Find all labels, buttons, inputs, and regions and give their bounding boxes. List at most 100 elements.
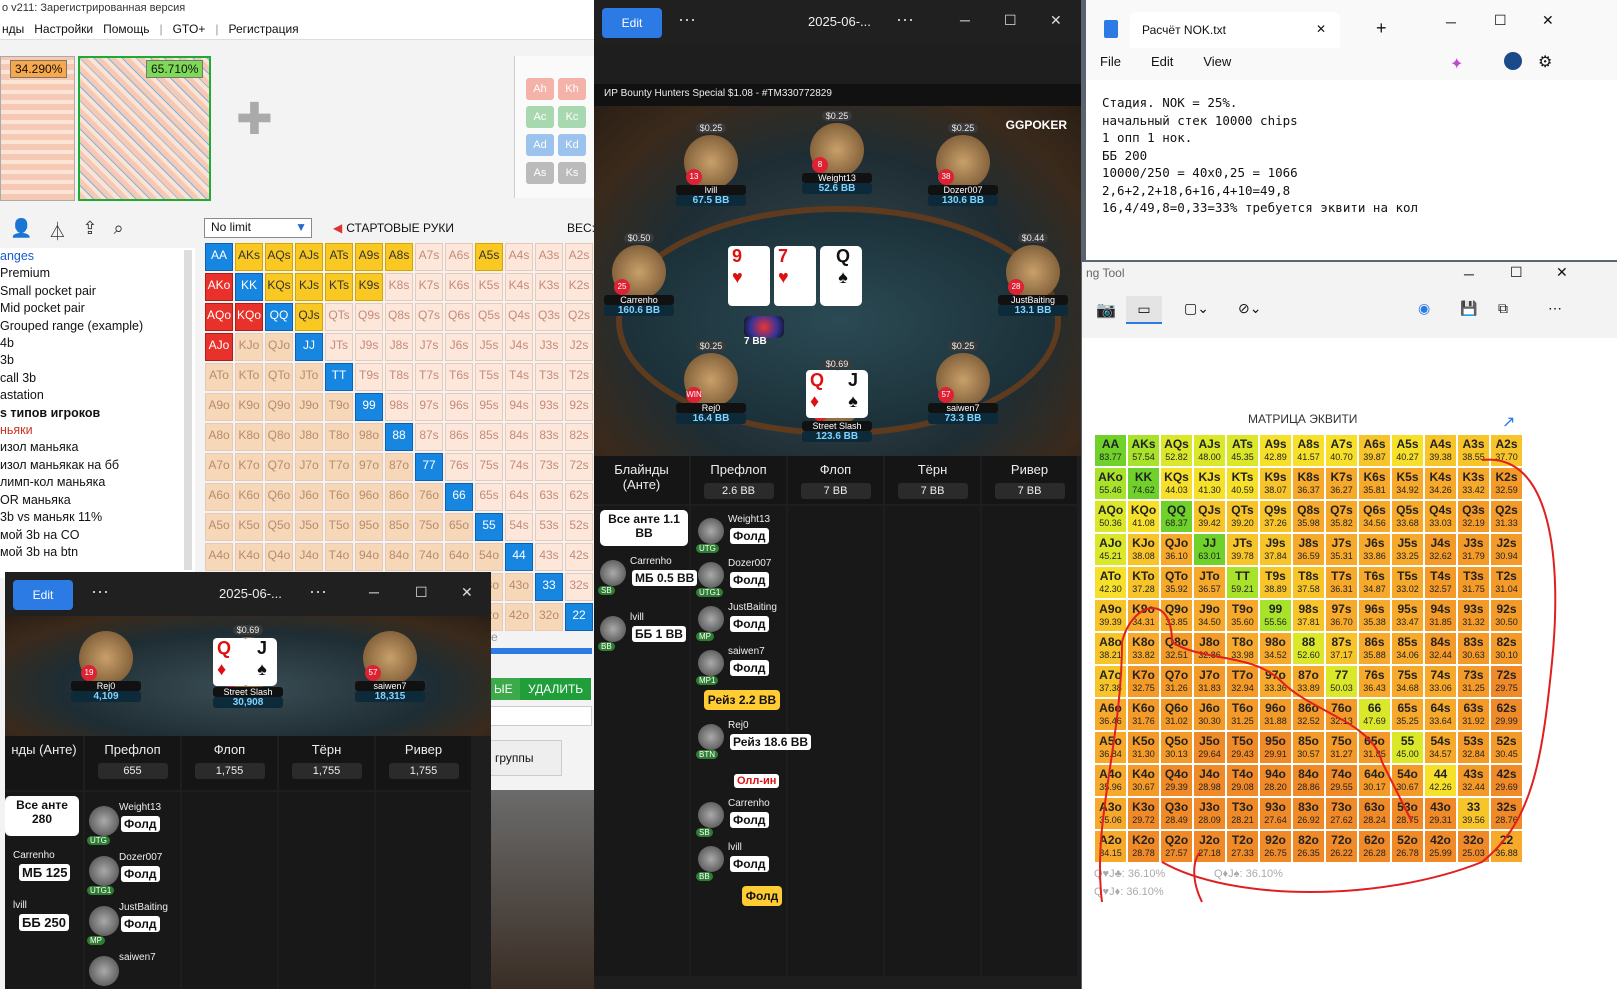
card-button[interactable]: Kh	[558, 78, 586, 100]
range-list-item[interactable]: call 3b	[0, 370, 195, 387]
hand-cell[interactable]: T7o	[325, 453, 353, 481]
hand-cell[interactable]: KQo	[235, 303, 263, 331]
hand-cell[interactable]: 62s	[565, 483, 593, 511]
hand-cell[interactable]: 75s	[475, 453, 503, 481]
hand-cell[interactable]: 32s	[565, 573, 593, 601]
hand-cell[interactable]: Q4s	[505, 303, 533, 331]
range-list-item[interactable]: Premium	[0, 265, 195, 282]
hand-cell[interactable]: 98s	[385, 393, 413, 421]
hand-cell[interactable]: J8s	[385, 333, 413, 361]
tab-file[interactable]: Расчёт NOK.txt	[1130, 12, 1340, 48]
hand-cell[interactable]: J2s	[565, 333, 593, 361]
maximize-icon[interactable]: ☐	[1494, 12, 1507, 29]
range-list-item[interactable]: изол маньяка	[0, 439, 195, 456]
hand-cell[interactable]: T8s	[385, 363, 413, 391]
hand-cell[interactable]: Q5o	[265, 513, 293, 541]
hand-cell[interactable]: T2s	[565, 363, 593, 391]
hand-cell[interactable]: T4s	[505, 363, 533, 391]
player-seat[interactable]: $0.50 25 Carrenho 160.6 BB	[604, 230, 674, 316]
close-icon[interactable]: ✕	[1050, 12, 1062, 29]
hand-cell[interactable]: AQs	[265, 243, 293, 271]
player-seat[interactable]: $0.25 13 lvill 67.5 BB	[676, 120, 746, 206]
hand-cell[interactable]: K4o	[235, 543, 263, 571]
menu-item-edit[interactable]: Edit	[1151, 54, 1173, 69]
delete-button[interactable]: УДАЛИТЬ	[520, 678, 592, 700]
hand-cell[interactable]: AKs	[235, 243, 263, 271]
hand-cell[interactable]: A2s	[565, 243, 593, 271]
card-button[interactable]: Kc	[558, 106, 586, 128]
hand-cell[interactable]: K6o	[235, 483, 263, 511]
hand-cell[interactable]: 86s	[445, 423, 473, 451]
hand-cell[interactable]: A7o	[205, 453, 233, 481]
hand-cell[interactable]: 76s	[445, 453, 473, 481]
hand-cell[interactable]: 82s	[565, 423, 593, 451]
range-list-item[interactable]: OR маньяка	[0, 492, 195, 509]
range-list-item[interactable]: лимп-кол маньяка	[0, 474, 195, 491]
hand-cell[interactable]: 93s	[535, 393, 563, 421]
hand-cell[interactable]: J4o	[295, 543, 323, 571]
hand-cell[interactable]: KJs	[295, 273, 323, 301]
hand-cell[interactable]: J9o	[295, 393, 323, 421]
card-button[interactable]: Ad	[526, 134, 554, 156]
card-button[interactable]: Ac	[526, 106, 554, 128]
hand-cell[interactable]: K3s	[535, 273, 563, 301]
range-list-item[interactable]: 4b	[0, 335, 195, 352]
hand-cell[interactable]: 96s	[445, 393, 473, 421]
hand-cell[interactable]: T5s	[475, 363, 503, 391]
hand-cell[interactable]: K5o	[235, 513, 263, 541]
hand-cell[interactable]: AKo	[205, 273, 233, 301]
hand-cell[interactable]: 85o	[385, 513, 413, 541]
hand-cell[interactable]: KTo	[235, 363, 263, 391]
hand-cell[interactable]: A6s	[445, 243, 473, 271]
hand-cell[interactable]: 86o	[385, 483, 413, 511]
more-icon[interactable]: ⋯	[309, 582, 327, 603]
hand-cell[interactable]: 43s	[535, 543, 563, 571]
menu-item-file[interactable]: File	[1100, 54, 1121, 69]
filter-icon[interactable]: ⏃	[48, 218, 66, 244]
hand-cell[interactable]: 53s	[535, 513, 563, 541]
gear-icon[interactable]: ⚙	[1538, 52, 1552, 72]
hand-cell[interactable]: 88	[385, 423, 413, 451]
hand-cell[interactable]: 72s	[565, 453, 593, 481]
hand-cell[interactable]: A4o	[205, 543, 233, 571]
card-button[interactable]: As	[526, 162, 554, 184]
menu-item[interactable]: нды	[2, 18, 24, 39]
hand-cell[interactable]: 54o	[475, 543, 503, 571]
hand-cell[interactable]: 44	[505, 543, 533, 571]
hand-cell[interactable]: 33	[535, 573, 563, 601]
hand-cell[interactable]: Q6o	[265, 483, 293, 511]
hand-cell[interactable]: 22	[565, 603, 593, 631]
hand-cell[interactable]: Q7s	[415, 303, 443, 331]
scrollbar[interactable]	[184, 250, 192, 570]
name-input[interactable]	[486, 706, 592, 726]
hand-cell[interactable]: 97o	[355, 453, 383, 481]
hand-cell[interactable]: K7s	[415, 273, 443, 301]
hand-cell[interactable]: T6o	[325, 483, 353, 511]
range-list-item[interactable]: s типов игроков	[0, 405, 195, 422]
card-button[interactable]: Ks	[558, 162, 586, 184]
hand-cell[interactable]: 74s	[505, 453, 533, 481]
hand-cell[interactable]: Q2s	[565, 303, 593, 331]
hand-cell[interactable]: 73s	[535, 453, 563, 481]
hand-cell[interactable]: K4s	[505, 273, 533, 301]
hand-cell[interactable]: T5o	[325, 513, 353, 541]
hand-cell[interactable]: A5o	[205, 513, 233, 541]
hand-cell[interactable]: A7s	[415, 243, 443, 271]
hand-cell[interactable]: 32o	[535, 603, 563, 631]
hand-cell[interactable]: J9s	[355, 333, 383, 361]
hand-cell[interactable]: T8o	[325, 423, 353, 451]
hand-cell[interactable]: K7o	[235, 453, 263, 481]
hand-cell[interactable]: 54s	[505, 513, 533, 541]
hand-cell[interactable]: 94s	[505, 393, 533, 421]
range-list-item[interactable]: мой 3b на CO	[0, 527, 195, 544]
hand-cell[interactable]: 85s	[475, 423, 503, 451]
hand-cell[interactable]: 74o	[415, 543, 443, 571]
close-icon[interactable]: ✕	[461, 584, 473, 601]
hand-cell[interactable]: A3s	[535, 243, 563, 271]
card-button[interactable]: Ah	[526, 78, 554, 100]
menu-item[interactable]: Помощь	[103, 18, 149, 39]
hand-cell[interactable]: 94o	[355, 543, 383, 571]
hand-cell[interactable]: 92s	[565, 393, 593, 421]
close-tab-icon[interactable]: ✕	[1316, 22, 1326, 36]
hand-cell[interactable]: 99	[355, 393, 383, 421]
